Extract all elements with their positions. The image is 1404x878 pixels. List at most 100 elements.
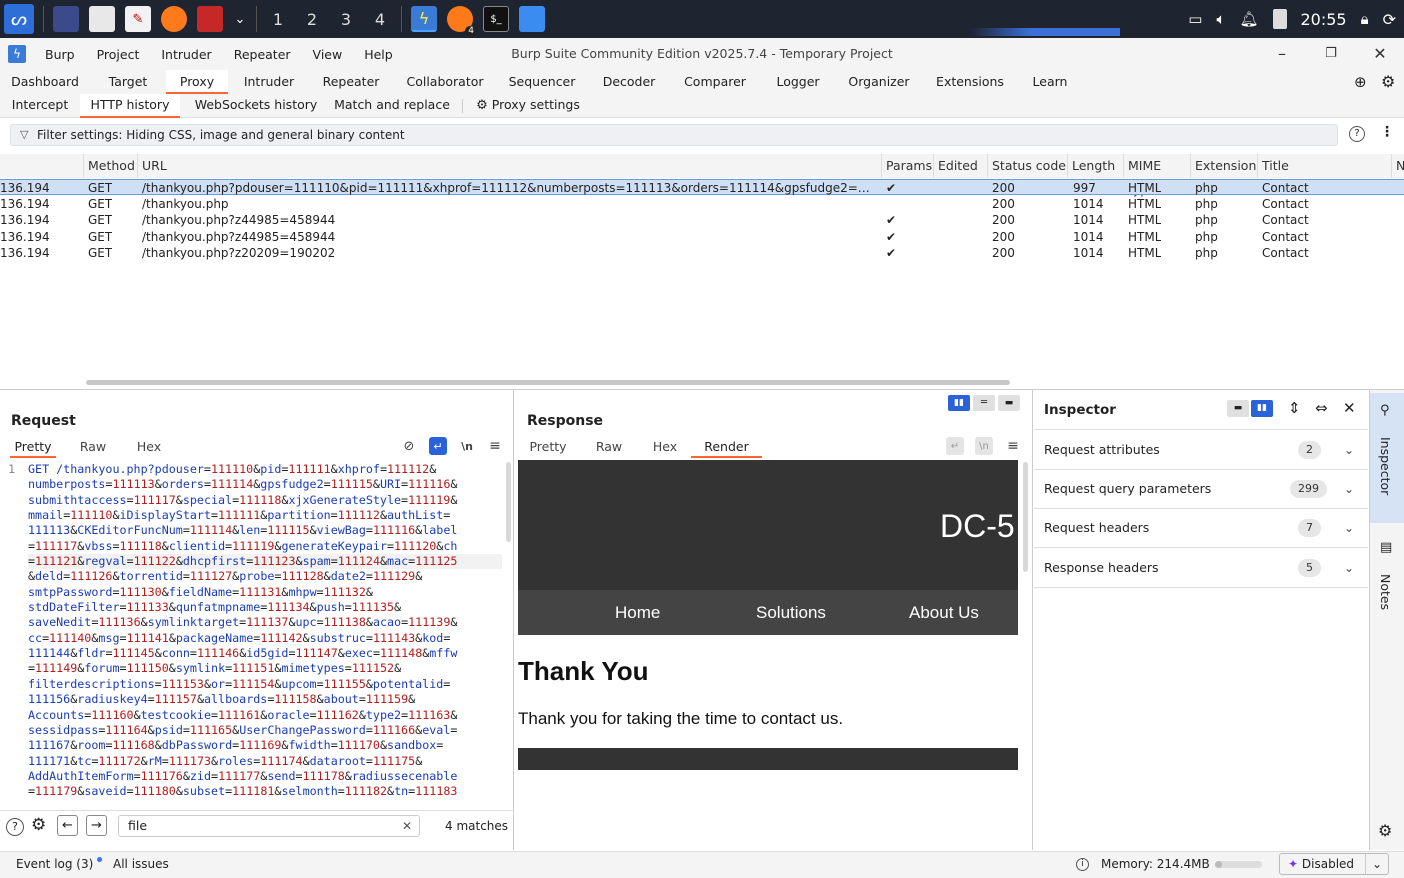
workspace-4[interactable]: 4 [363,0,397,38]
menu-help[interactable]: Help [353,47,404,62]
expand-all-icon[interactable]: ⇕ [1288,399,1301,417]
table-row[interactable]: 136.194 GET /thankyou.php?z20209=190202 … [0,245,1404,261]
tab-intruder[interactable]: Intruder [228,70,310,94]
column-notes[interactable]: N [1392,154,1404,178]
tab-websockets-history[interactable]: WebSockets history [180,94,332,118]
request-editor[interactable]: GET /thankyou.php?pdouser=111110&pid=111… [28,462,502,802]
tab-http-history[interactable]: HTTP history [80,93,180,118]
workspace-3[interactable]: 3 [329,0,363,38]
table-row[interactable]: 136.194 GET /thankyou.php?z44985=458944 … [0,212,1404,228]
response-tab-pretty[interactable]: Pretty [527,438,569,458]
layout-vertical-icon[interactable]: ═ [973,395,995,411]
menu-view[interactable]: View [302,47,354,62]
minimize-button[interactable]: – [1270,42,1294,66]
column-host[interactable] [0,154,84,178]
tab-match-and-replace[interactable]: Match and replace [332,94,452,118]
tab-repeater[interactable]: Repeater [310,70,392,94]
column-params[interactable]: Params [882,154,934,178]
close-inspector-icon[interactable]: ✕ [1343,399,1356,417]
layout-tabs-icon[interactable]: ▬ [998,395,1020,411]
volume-icon[interactable]: 🔈︎ [1216,10,1225,28]
power-icon[interactable]: ⟳ [1383,10,1396,29]
proxy-settings-button[interactable]: ⚙ Proxy settings [473,94,583,118]
side-tab-inspector[interactable]: ⚲ Inspector [1370,393,1404,523]
gear-icon[interactable]: ⚙ [31,815,46,835]
window-icon[interactable]: ▭ [1188,10,1202,28]
menu-intruder[interactable]: Intruder [150,47,222,62]
request-menu-icon[interactable]: ≡ [486,437,504,455]
folder-task-icon[interactable] [519,6,545,32]
restore-button[interactable]: ❐ [1319,42,1343,66]
nav-solutions[interactable]: Solutions [756,603,826,623]
bell-icon[interactable]: 🔔︎ [1239,10,1258,28]
tab-dashboard[interactable]: Dashboard [0,70,90,94]
hide-non-printable-icon[interactable]: ⊘ [400,437,418,455]
gear-icon[interactable]: ⚙ [1378,821,1392,840]
terminal-red-icon[interactable] [197,6,223,32]
text-editor-icon[interactable]: ✎ [125,6,151,32]
response-tab-hex[interactable]: Hex [646,438,684,458]
lock-icon[interactable]: 🔒︎ [1361,10,1369,28]
firefox-task-icon[interactable]: 4 [447,6,477,36]
column-method[interactable]: Method [84,154,138,178]
all-issues-button[interactable]: All issues [113,857,169,871]
event-log-button[interactable]: Event log (3) [16,857,103,871]
show-newlines-icon[interactable]: \n [458,437,476,455]
burp-task-icon[interactable]: ϟ [411,6,437,32]
inspector-section-request-attributes[interactable]: Request attributes 2 ⌄ [1034,430,1368,470]
column-status-code[interactable]: Status code [988,154,1068,178]
tab-collaborator[interactable]: Collaborator [392,70,498,94]
table-row[interactable]: 136.194 GET /thankyou.php?z44985=458944 … [0,229,1404,245]
workspace-1[interactable]: 1 [261,0,295,38]
help-icon[interactable]: ? [6,818,24,836]
inspector-layout-split-icon[interactable]: ▮▮ [1251,400,1273,417]
search-input[interactable]: file ✕ [118,815,420,837]
response-tab-render[interactable]: Render [691,438,762,458]
wrap-lines-icon[interactable]: ↵ [429,437,447,455]
chevron-down-icon[interactable]: ⌄ [233,6,247,32]
response-menu-icon[interactable]: ≡ [1004,437,1022,455]
tab-decoder[interactable]: Decoder [586,70,672,94]
column-mime-type[interactable]: MIME type [1124,154,1191,197]
gear-icon[interactable]: ⚙ [1381,72,1395,91]
nav-home[interactable]: Home [615,603,660,623]
filter-settings-bar[interactable]: ▽ Filter settings: Hiding CSS, image and… [10,124,1338,146]
app-launcher-icon[interactable]: ᔕ [4,4,34,34]
tab-learn[interactable]: Learn [1020,70,1080,94]
request-tab-hex[interactable]: Hex [130,438,168,458]
tab-organizer[interactable]: Organizer [838,70,920,94]
menu-project[interactable]: Project [86,47,151,62]
next-match-button[interactable]: → [86,815,107,836]
request-tab-pretty[interactable]: Pretty [10,438,56,458]
menu-repeater[interactable]: Repeater [223,47,302,62]
column-length[interactable]: Length ^ [1068,154,1124,197]
menu-burp[interactable]: Burp [34,47,86,62]
inspector-layout-list-icon[interactable]: ▬ [1227,400,1249,417]
nav-about-us[interactable]: About Us [909,603,979,623]
horizontal-scrollbar[interactable] [86,380,1010,385]
battery-icon[interactable] [1272,9,1287,29]
ai-toggle-button[interactable]: ✦ Disabled ⌄ [1279,853,1389,875]
side-tab-notes[interactable]: ▤ Notes [1370,536,1404,626]
column-title[interactable]: Title [1258,154,1392,178]
tab-sequencer[interactable]: Sequencer [498,70,586,94]
table-row[interactable]: 136.194 GET /thankyou.php 200 1014 HTML … [0,196,1404,212]
tab-target[interactable]: Target [90,70,166,94]
show-newlines-icon[interactable]: \n [975,437,993,455]
desktop-icon[interactable] [53,6,79,32]
more-options-icon[interactable]: ⋮ [1380,124,1394,140]
column-url[interactable]: URL [138,154,882,178]
help-icon[interactable]: ? [1349,126,1365,142]
response-scrollbar[interactable] [1023,462,1028,572]
request-scrollbar[interactable] [506,462,511,542]
layout-side-by-side-icon[interactable]: ▮▮ [948,395,970,411]
tab-comparer[interactable]: Comparer [672,70,758,94]
firefox-icon[interactable] [161,6,187,32]
info-icon[interactable]: i [1076,858,1089,871]
terminal-task-icon[interactable]: $_ [483,6,509,32]
inspector-section-request-query-parameters[interactable]: Request query parameters 299 ⌄ [1034,469,1368,509]
inspector-section-response-headers[interactable]: Response headers 5 ⌄ [1034,548,1368,588]
file-manager-icon[interactable] [89,6,115,32]
close-window-button[interactable]: ✕ [1368,42,1392,66]
table-row[interactable]: 136.194 GET /thankyou.php?pdouser=111110… [0,179,1404,195]
